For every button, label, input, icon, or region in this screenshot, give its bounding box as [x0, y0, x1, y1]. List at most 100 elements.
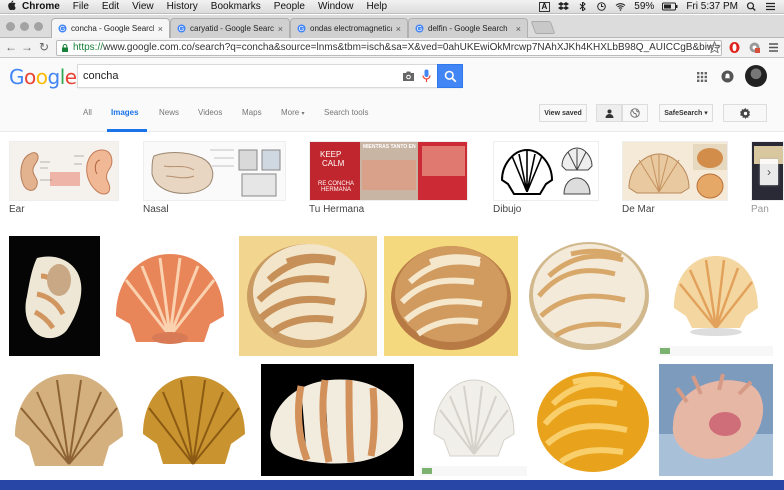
menubar-clock[interactable]: Fri 5:37 PM [686, 1, 738, 12]
person-icon [605, 109, 613, 118]
bookmark-star-icon[interactable] [708, 41, 721, 54]
input-indicator[interactable]: A [538, 1, 551, 12]
apple-menu-icon[interactable] [0, 0, 22, 13]
related-thumb-tu-hermana[interactable]: KEEP CALM RE CONCHA HERMANA MIENTRAS TAN… [309, 141, 468, 201]
result-image[interactable] [135, 364, 253, 476]
view-saved-button[interactable]: View saved [539, 104, 587, 122]
result-image[interactable] [9, 364, 129, 476]
result-image[interactable] [384, 236, 518, 356]
menu-people[interactable]: People [274, 1, 305, 12]
personal-results-button[interactable] [596, 104, 622, 122]
google-logo[interactable]: Google [9, 65, 77, 89]
global-results-button[interactable] [622, 104, 648, 122]
microphone-icon[interactable] [422, 69, 431, 83]
extension-icon[interactable] [748, 41, 761, 54]
related-label-ear[interactable]: Ear [9, 204, 25, 215]
search-tabs: All Images News Videos Maps More ▾ Searc… [0, 95, 784, 132]
related-label-de-mar[interactable]: De Mar [622, 204, 655, 215]
related-thumb-nasal[interactable] [143, 141, 286, 201]
forward-arrow-icon[interactable]: → [20, 40, 34, 54]
google-favicon-icon: G [415, 24, 424, 33]
google-favicon-icon: G [297, 24, 306, 33]
tab-all[interactable]: All [83, 108, 92, 117]
tab-label: concha - Google Search [71, 24, 154, 33]
spotlight-search-icon[interactable] [746, 2, 757, 11]
related-next-chevron-icon[interactable]: › [760, 159, 778, 185]
result-image[interactable] [525, 236, 652, 356]
wifi-icon[interactable] [615, 2, 626, 11]
result-image[interactable] [658, 236, 773, 356]
menu-chrome[interactable]: Chrome [22, 1, 60, 12]
tab-maps[interactable]: Maps [242, 108, 262, 117]
close-tab-icon[interactable]: × [158, 24, 163, 34]
result-image[interactable] [659, 364, 773, 476]
tab-ondas[interactable]: G ondas electromagneticas × [290, 18, 408, 38]
notification-center-icon[interactable] [765, 2, 776, 11]
search-button[interactable] [437, 64, 463, 88]
tab-concha[interactable]: G concha - Google Search × [51, 18, 170, 38]
camera-search-icon[interactable] [402, 70, 415, 82]
logo-letter: o [35, 65, 48, 89]
result-image[interactable] [106, 236, 233, 356]
result-image[interactable] [261, 364, 414, 476]
address-bar[interactable]: https://www.google.com.co/search?q=conch… [56, 40, 722, 56]
tab-label: delfin - Google Search [428, 24, 508, 33]
safesearch-button[interactable]: SafeSearch ▾ [659, 104, 713, 122]
tab-delfin[interactable]: G delfin - Google Search × [408, 18, 528, 38]
menu-bookmarks[interactable]: Bookmarks [211, 1, 261, 12]
menu-help[interactable]: Help [367, 1, 388, 12]
close-tab-icon[interactable]: × [516, 24, 521, 34]
zoom-window-button[interactable] [34, 22, 43, 31]
menu-window[interactable]: Window [318, 1, 354, 12]
dropbox-icon[interactable] [558, 2, 570, 11]
related-thumb-de-mar[interactable] [622, 141, 728, 201]
close-tab-icon[interactable]: × [396, 24, 401, 34]
back-arrow-icon[interactable]: ← [4, 40, 18, 54]
tab-caryatid[interactable]: G caryatid - Google Search × [170, 18, 290, 38]
menu-file[interactable]: File [73, 1, 89, 12]
macos-menubar: Chrome File Edit View History Bookmarks … [0, 0, 784, 14]
bluetooth-icon[interactable] [577, 2, 588, 11]
tab-label: caryatid - Google Search [190, 24, 274, 33]
result-image[interactable] [420, 364, 527, 476]
clock-icon[interactable] [596, 2, 607, 11]
tab-label: ondas electromagneticas [310, 24, 392, 33]
menu-edit[interactable]: Edit [102, 1, 119, 12]
close-window-button[interactable] [6, 22, 15, 31]
google-header: Google [0, 58, 784, 95]
settings-button[interactable] [723, 104, 767, 122]
battery-icon[interactable] [662, 2, 678, 11]
notifications-icon[interactable] [721, 70, 734, 83]
tab-images[interactable]: Images [111, 108, 139, 117]
meme-caption-text: MIENTRAS TANTO EN [363, 144, 416, 150]
result-image[interactable] [9, 236, 100, 356]
tab-videos[interactable]: Videos [198, 108, 222, 117]
menu-view[interactable]: View [132, 1, 154, 12]
related-label-dibujo[interactable]: Dibujo [493, 204, 521, 215]
related-label-nasal[interactable]: Nasal [143, 204, 169, 215]
search-input[interactable] [83, 68, 383, 84]
result-image[interactable] [533, 364, 652, 476]
apps-grid-icon[interactable] [697, 72, 707, 82]
svg-text:G: G [60, 26, 65, 33]
chrome-menu-icon[interactable] [767, 41, 780, 54]
reload-icon[interactable]: ↻ [37, 40, 51, 54]
tab-news[interactable]: News [159, 108, 179, 117]
result-image[interactable] [239, 236, 377, 356]
related-thumb-dibujo[interactable] [493, 141, 599, 201]
avatar[interactable] [745, 65, 767, 87]
menu-history[interactable]: History [167, 1, 198, 12]
search-tools-button[interactable]: Search tools [324, 108, 368, 117]
related-label-tu-hermana[interactable]: Tu Hermana [309, 204, 364, 215]
related-thumb-ear[interactable] [9, 141, 119, 201]
related-label-pan[interactable]: Pan [751, 204, 769, 215]
tab-more[interactable]: More ▾ [281, 108, 304, 117]
search-box[interactable] [77, 64, 463, 88]
battery-percent[interactable]: 59% [634, 1, 654, 12]
url-text: www.google.com.co/search?q=concha&source… [103, 42, 722, 53]
close-tab-icon[interactable]: × [278, 24, 283, 34]
minimize-window-button[interactable] [20, 22, 29, 31]
opera-extension-icon[interactable] [728, 41, 741, 54]
related-searches: Ear Nasal KEEP CALM RE CONCHA HERMANA MI… [0, 132, 784, 224]
new-tab-button[interactable] [530, 21, 556, 34]
